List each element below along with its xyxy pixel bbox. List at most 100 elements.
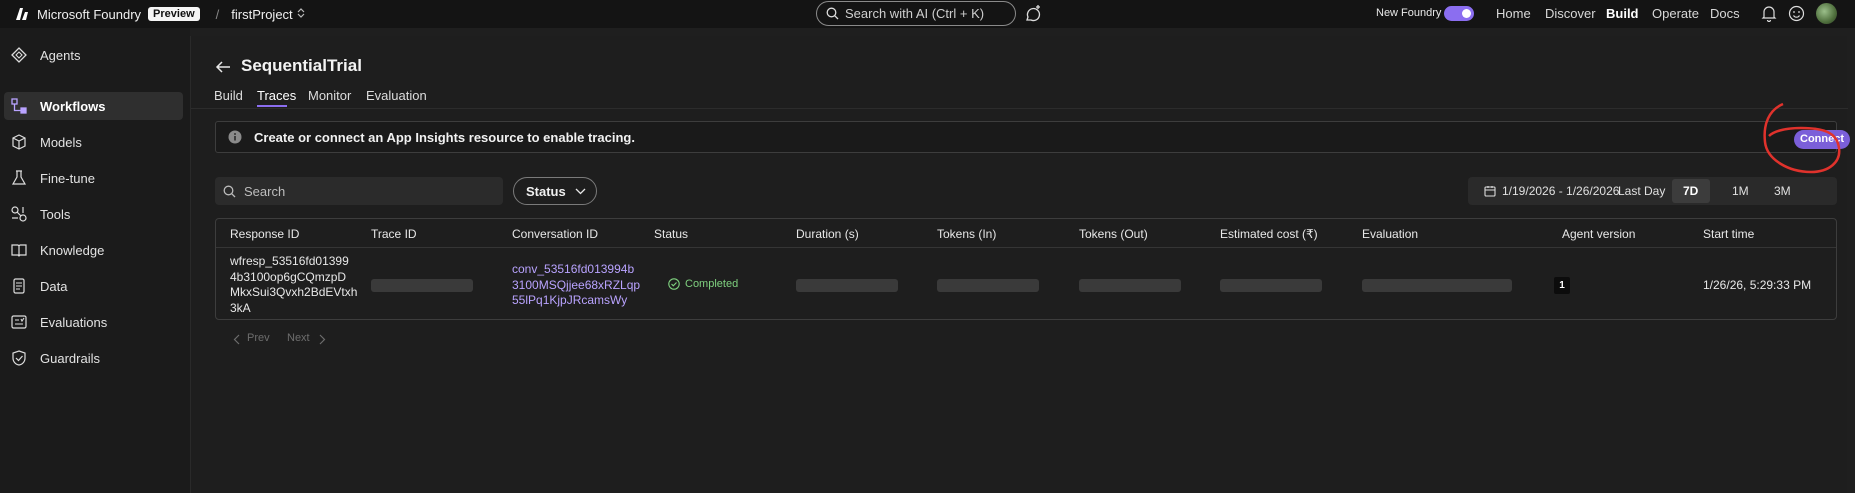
sidebar-item-guardrails[interactable]: Guardrails [4,344,183,372]
nav-home[interactable]: Home [1496,6,1531,21]
preview-badge: Preview [148,7,200,21]
estimated-cost-placeholder [1220,279,1322,292]
response-id-cell[interactable]: wfresp_53516fd01399 4b3100op6gCQmzpD Mkx… [230,254,357,316]
tab-monitor[interactable]: Monitor [308,88,351,103]
sidebar-item-label: Models [40,134,82,150]
trace-id-placeholder [371,279,473,292]
sidebar-item-label: Agents [40,47,81,63]
tokens-out-placeholder [1079,279,1181,292]
status-text: Completed [685,278,739,290]
prev-page-button[interactable]: Prev [247,332,270,344]
nav-discover[interactable]: Discover [1545,6,1596,21]
app-insights-banner: Create or connect an App Insights resour… [215,121,1850,153]
page-title: SequentialTrial [241,56,362,75]
sidebar-item-data[interactable]: Data [4,272,183,300]
user-avatar[interactable] [1816,3,1837,24]
nav-build[interactable]: Build [1606,6,1639,21]
sidebar-item-label: Fine-tune [40,170,95,186]
sidebar-item-workflows[interactable]: Workflows [4,92,183,120]
new-foundry-toggle[interactable] [1444,6,1474,21]
column-header-tokens-in[interactable]: Tokens (In) [937,227,996,241]
column-header-conversation-id[interactable]: Conversation ID [512,227,598,241]
column-header-evaluation[interactable]: Evaluation [1362,227,1418,241]
column-header-trace-id[interactable]: Trace ID [371,227,417,241]
column-header-status[interactable]: Status [654,227,688,241]
sidebar-item-label: Evaluations [40,314,108,330]
info-icon [228,130,242,144]
back-arrow-icon[interactable] [215,60,231,77]
sidebar-item-evaluations[interactable]: Evaluations [4,308,183,336]
range-3m[interactable]: 3M [1774,184,1791,198]
sidebar-item-label: Data [40,278,68,294]
project-selector[interactable]: firstProject [231,7,292,22]
check-circle-icon [668,278,680,290]
date-range-picker[interactable]: 1/19/2026 - 1/26/2026 [1502,184,1619,198]
next-page-button[interactable]: Next [287,332,310,344]
duration-placeholder [796,279,898,292]
agents-icon [11,47,27,63]
column-header-tokens-out[interactable]: Tokens (Out) [1079,227,1148,241]
calendar-icon [1484,186,1496,197]
new-chat-icon[interactable] [1024,5,1042,26]
start-time-cell: 1/26/26, 5:29:33 PM [1703,278,1812,292]
status-badge: Completed [668,278,738,290]
breadcrumb-separator: / [215,6,220,22]
search-icon [826,7,839,20]
flask-icon [11,170,27,185]
sidebar-item-models[interactable]: Models [4,128,183,156]
main-content: SequentialTrial Build Traces Monitor Eva… [190,36,1850,493]
tokens-in-placeholder [937,279,1039,292]
banner-message: Create or connect an App Insights resour… [254,129,635,145]
brand-name[interactable]: Microsoft Foundry [37,7,141,22]
column-header-response-id[interactable]: Response ID [230,227,299,241]
sidebar-item-knowledge[interactable]: Knowledge [4,236,183,264]
date-range-bar: 1/19/2026 - 1/26/2026 Last Day 7D 1M 3M [1468,177,1837,205]
chevron-down-icon [575,188,586,194]
shield-icon [12,350,26,366]
sidebar-item-fine-tune[interactable]: Fine-tune [4,164,183,192]
global-search-placeholder: Search with AI (Ctrl + K) [845,6,985,21]
active-tab-indicator [257,105,287,107]
column-header-duration[interactable]: Duration (s) [796,227,859,241]
sidebar-item-label: Knowledge [40,242,105,258]
tab-evaluation[interactable]: Evaluation [366,88,427,103]
global-search-input[interactable]: Search with AI (Ctrl + K) [816,1,1016,26]
database-icon [13,278,25,294]
tabs-divider [191,108,1848,109]
column-header-agent-version[interactable]: Agent version [1562,227,1635,241]
tab-traces[interactable]: Traces [257,88,296,103]
range-1m[interactable]: 1M [1732,184,1749,198]
sidebar-item-label: Tools [40,206,71,222]
column-header-estimated-cost[interactable]: Estimated cost (₹) [1220,227,1318,241]
cube-icon [12,134,26,150]
chevron-right-icon [319,334,326,345]
range-last-day[interactable]: Last Day [1618,184,1665,198]
column-header-start-time[interactable]: Start time [1703,227,1754,241]
traces-table: Response ID Trace ID Conversation ID Sta… [215,218,1837,320]
workflow-icon [11,98,27,114]
range-7d[interactable]: 7D [1683,184,1698,198]
nav-operate[interactable]: Operate [1652,6,1699,21]
status-filter-label: Status [526,183,566,199]
bell-icon[interactable] [1761,5,1777,25]
sidebar-item-tools[interactable]: Tools [4,200,183,228]
sidebar-item-label: Guardrails [40,350,100,366]
tools-icon [11,206,27,222]
knowledge-icon [11,244,27,257]
traces-search-input[interactable]: Search [215,177,503,205]
tab-build[interactable]: Build [214,88,243,103]
chevron-up-down-icon[interactable] [297,7,305,21]
sidebar-item-agents[interactable]: Agents [4,41,183,69]
evaluations-icon [11,315,27,329]
sidebar: Agents Workflows Models Fine-tune Tools … [0,28,190,493]
status-filter-dropdown[interactable]: Status [513,177,597,205]
feedback-smiley-icon[interactable] [1788,5,1805,25]
foundry-logo-icon[interactable] [14,6,30,22]
conversation-id-link[interactable]: conv_53516fd013994b 3100MSQjjee68xRZLqp … [512,262,640,309]
evaluation-placeholder [1362,279,1512,292]
sidebar-item-label: Workflows [40,98,106,114]
nav-docs[interactable]: Docs [1710,6,1740,21]
agent-version-badge: 1 [1554,277,1570,294]
search-icon [223,185,236,197]
new-foundry-label: New Foundry [1376,7,1442,19]
